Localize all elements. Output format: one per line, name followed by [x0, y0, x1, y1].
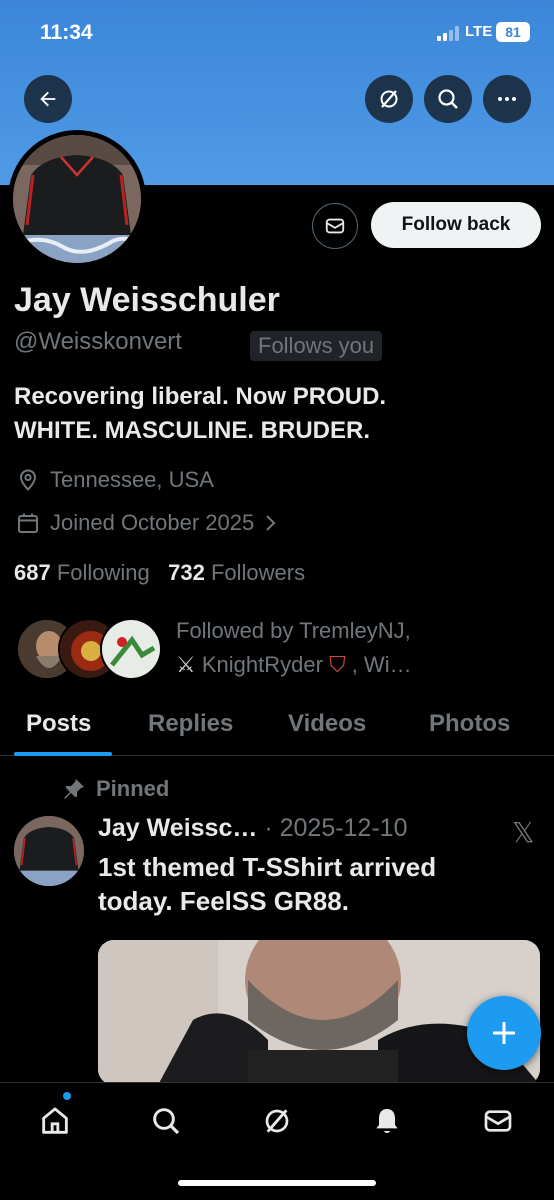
followers-count: 732	[168, 560, 205, 585]
more-horizontal-icon	[498, 97, 516, 101]
home-notification-dot	[63, 1092, 71, 1100]
search-icon	[438, 89, 458, 109]
search-icon	[153, 1108, 180, 1135]
signal-icon	[437, 25, 463, 41]
post-author-name[interactable]: Jay Weissc…	[98, 814, 257, 842]
nav-grok[interactable]	[257, 1101, 297, 1141]
status-bar: 11:34 LTE 81	[0, 0, 554, 64]
arrow-left-icon	[40, 91, 56, 107]
pinned-text: Pinned	[96, 776, 170, 801]
profile-bio: Recovering liberal. Now PROUD. WHITE. MA…	[14, 380, 534, 448]
followed-by-text[interactable]: Followed by TremleyNJ, ⚔ KnightRyder ⛉ ,…	[176, 614, 412, 682]
post-date: 2025-12-10	[279, 814, 408, 842]
followed-by-name: KnightRyder	[201, 652, 323, 677]
chevron-right-icon	[266, 515, 276, 531]
battery-indicator: 81	[496, 22, 530, 42]
plus-icon	[493, 1022, 515, 1044]
grok-icon	[380, 90, 398, 108]
nav-notifications[interactable]	[367, 1101, 407, 1141]
tab-videos[interactable]: Videos	[288, 710, 366, 738]
grok-icon	[265, 1109, 289, 1133]
nav-messages[interactable]	[478, 1101, 518, 1141]
post-separator: ·	[264, 814, 273, 842]
follows-you-badge: Follows you	[250, 331, 383, 361]
calendar-icon	[18, 513, 38, 533]
crossed-swords-icon: ⚔	[176, 652, 196, 677]
avatar	[100, 618, 162, 680]
home-icon	[42, 1107, 68, 1134]
location-text: Tennessee, USA	[50, 467, 214, 492]
profile-avatar[interactable]	[8, 130, 146, 268]
x-logo-icon: 𝕏	[512, 817, 535, 848]
back-button[interactable]	[24, 75, 72, 123]
following-count: 687	[14, 560, 51, 585]
avatar	[13, 135, 141, 263]
profile-handle: @Weisskonvert	[14, 328, 182, 355]
pin-icon	[64, 779, 84, 799]
followers-link[interactable]: 732 Followers	[168, 560, 305, 585]
grok-button[interactable]	[365, 75, 413, 123]
joined-text: Joined October 2025	[50, 510, 255, 535]
active-tab-indicator	[14, 752, 112, 756]
status-time: 11:34	[40, 21, 93, 44]
search-button[interactable]	[424, 75, 472, 123]
message-button[interactable]	[312, 203, 358, 249]
followers-label: Followers	[210, 560, 306, 585]
mutual-followers-avatars[interactable]	[16, 618, 162, 680]
nav-home[interactable]	[35, 1101, 75, 1141]
compose-post-button[interactable]	[467, 996, 541, 1070]
post-author-avatar[interactable]	[14, 816, 84, 886]
location-pin-icon	[19, 469, 37, 491]
tab-posts[interactable]: Posts	[26, 710, 91, 738]
pinned-label: Pinned	[62, 776, 169, 802]
messages-envelope-icon	[484, 1110, 512, 1132]
more-button[interactable]	[483, 75, 531, 123]
profile-tabs: Posts Replies Videos Photos	[0, 700, 554, 756]
home-indicator	[178, 1180, 376, 1186]
followed-by-line: Followed by TremleyNJ,	[176, 618, 411, 643]
profile-name: Jay Weisschuler	[14, 281, 280, 319]
following-label: Following	[56, 560, 150, 585]
tab-photos[interactable]: Photos	[429, 710, 510, 738]
post-text-line: 1st themed T-SShirt arrived	[98, 852, 437, 882]
follow-back-button[interactable]: Follow back	[371, 202, 541, 248]
follow-counts: 687 Following 732 Followers	[14, 560, 305, 586]
post-header: Jay Weissc… · 2025-12-10	[98, 814, 408, 843]
bio-line: Recovering liberal. Now PROUD.	[14, 383, 387, 410]
shield-icon: ⛉	[329, 652, 346, 677]
post-text: 1st themed T-SShirt arrived today. FeelS…	[98, 850, 538, 918]
notifications-bell-icon	[376, 1109, 398, 1133]
network-type: LTE	[465, 23, 493, 40]
profile-joined[interactable]: Joined October 2025	[16, 510, 288, 536]
followed-by-suffix: , Wi…	[351, 652, 412, 677]
envelope-icon	[325, 218, 345, 234]
nav-search[interactable]	[146, 1101, 186, 1141]
following-link[interactable]: 687 Following	[14, 560, 150, 585]
post-text-line: today. FeelSS GR88.	[98, 886, 349, 916]
profile-location: Tennessee, USA	[16, 467, 214, 493]
tab-replies[interactable]: Replies	[148, 710, 233, 738]
bio-line: WHITE. MASCULINE. BRUDER.	[14, 417, 370, 444]
followed-by-line: ⚔ KnightRyder ⛉ , Wi…	[176, 648, 412, 682]
